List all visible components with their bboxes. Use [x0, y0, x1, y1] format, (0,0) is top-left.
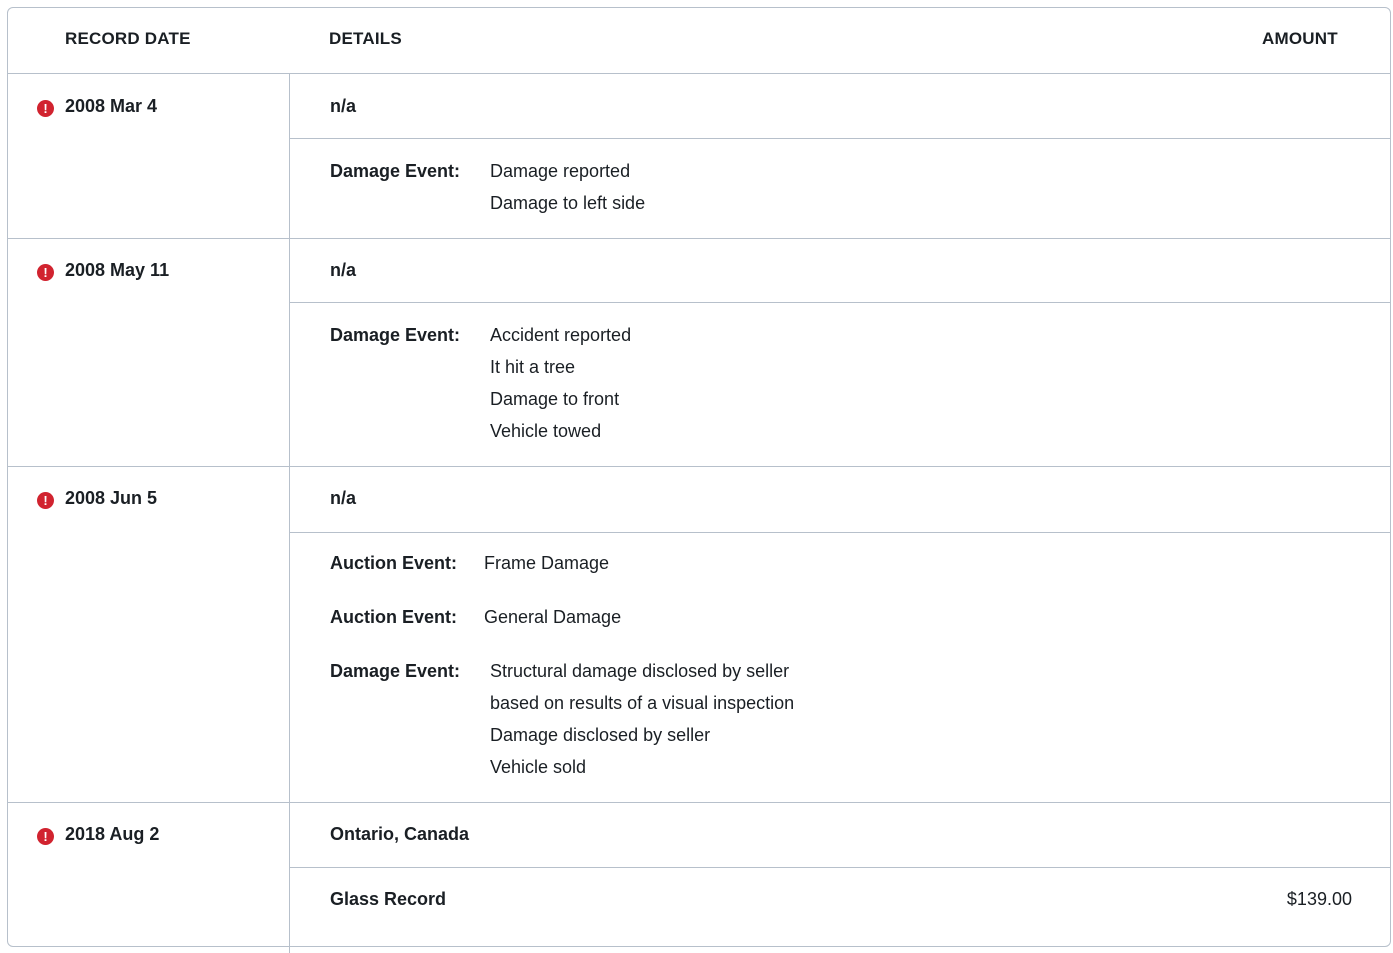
record-location: n/a	[330, 96, 357, 116]
event-label: Glass Record	[330, 889, 447, 909]
event-label: Auction Event:	[330, 553, 458, 573]
detail-divider	[290, 532, 1390, 533]
alert-circle-icon: !	[37, 264, 54, 281]
event-line: based on results of a visual inspection	[490, 693, 795, 713]
column-divider	[289, 73, 290, 953]
event-line: Damage to left side	[490, 193, 646, 213]
detail-divider	[290, 302, 1390, 303]
event-line: It hit a tree	[490, 357, 576, 377]
record-amount: $139.00	[1286, 889, 1352, 909]
detail-divider	[290, 138, 1390, 139]
header-divider	[8, 73, 1390, 74]
detail-divider	[290, 867, 1390, 868]
event-line: Damage to front	[490, 389, 620, 409]
header-amount: AMOUNT	[1262, 29, 1338, 48]
event-line: General Damage	[484, 607, 622, 627]
alert-circle-icon: !	[37, 492, 54, 509]
record-date: 2018 Aug 2	[65, 824, 160, 844]
event-line: Structural damage disclosed by seller	[490, 661, 790, 681]
alert-circle-icon: !	[37, 100, 54, 117]
row-divider	[8, 466, 1390, 467]
row-divider	[8, 238, 1390, 239]
record-date: 2008 Jun 5	[65, 488, 158, 508]
record-date: 2008 Mar 4	[65, 96, 158, 116]
header-details: DETAILS	[329, 29, 402, 48]
event-line: Frame Damage	[484, 553, 610, 573]
event-label: Auction Event:	[330, 607, 458, 627]
event-label: Damage Event:	[330, 661, 461, 681]
alert-circle-icon: !	[37, 828, 54, 845]
row-divider	[8, 802, 1390, 803]
record-location: n/a	[330, 260, 357, 280]
event-line: Vehicle sold	[490, 757, 587, 777]
event-label: Damage Event:	[330, 325, 461, 345]
records-table: RECORD DATE DETAILS AMOUNT ! 2008 Mar 4 …	[7, 7, 1391, 953]
header-record-date: RECORD DATE	[65, 29, 191, 48]
record-date: 2008 May 11	[65, 260, 170, 280]
event-line: Damage disclosed by seller	[490, 725, 711, 745]
record-location: n/a	[330, 488, 357, 508]
event-line: Vehicle towed	[490, 421, 602, 441]
record-location: Ontario, Canada	[330, 824, 470, 844]
event-line: Damage reported	[490, 161, 631, 181]
event-line: Accident reported	[490, 325, 632, 345]
event-label: Damage Event:	[330, 161, 461, 181]
